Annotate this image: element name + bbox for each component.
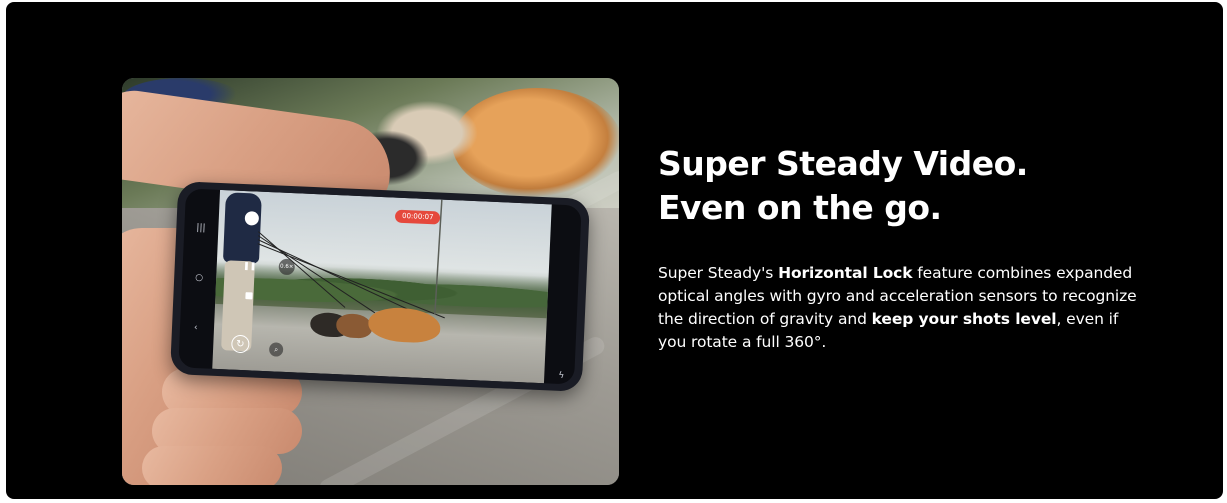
flash-icon[interactable]: ϟ (558, 371, 564, 381)
record-timer: 00:00:07 (394, 209, 441, 225)
leash-lines (257, 199, 445, 319)
feature-image: ||| ○ ‹ 00:00:07 0.6× ❚❚ ↻ ⌕ ϟ (122, 78, 619, 485)
headline-line-2: Even on the go. (658, 188, 942, 227)
camera-viewfinder: 00:00:07 0.6× ❚❚ ↻ ⌕ (212, 189, 552, 384)
headline-line-1: Super Steady Video. (658, 144, 1028, 183)
feature-section: ||| ○ ‹ 00:00:07 0.6× ❚❚ ↻ ⌕ ϟ Super Ste… (6, 2, 1223, 499)
section-headline: Super Steady Video. Even on the go. (658, 142, 1198, 230)
phone: ||| ○ ‹ 00:00:07 0.6× ❚❚ ↻ ⌕ ϟ (169, 181, 591, 392)
description-bold-1: Horizontal Lock (778, 264, 913, 282)
stop-icon-square (244, 291, 253, 299)
description-bold-2: keep your shots level (871, 310, 1057, 328)
phone-screen: ||| ○ ‹ 00:00:07 0.6× ❚❚ ↻ ⌕ ϟ (178, 188, 582, 385)
description-text-1: Super Steady's (658, 264, 779, 282)
recents-nav-icon: ||| (196, 222, 206, 234)
section-description: Super Steady's Horizontal Lock feature c… (658, 262, 1138, 354)
back-nav-icon: ‹ (193, 322, 198, 334)
hand-finger (142, 446, 282, 485)
home-nav-icon: ○ (194, 272, 204, 284)
